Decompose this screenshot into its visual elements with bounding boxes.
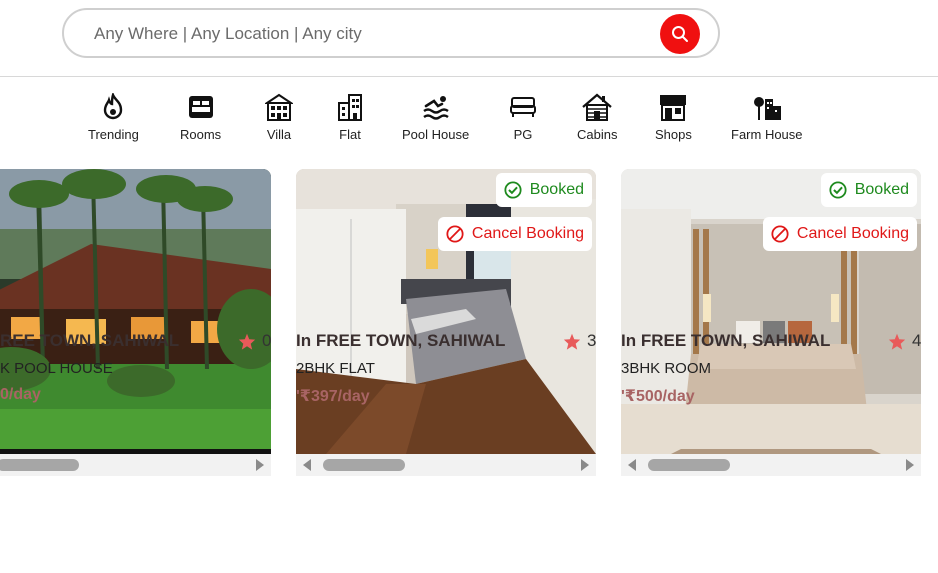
farm-icon	[752, 92, 782, 122]
listing-image[interactable]: Booked Cancel Booking	[621, 169, 921, 454]
star-icon	[563, 333, 581, 350]
listing-location: In FREE TOWN, SAHIWAL	[621, 331, 831, 350]
cancel-booking-label: Cancel Booking	[796, 225, 909, 242]
listing-price: '₹397/day	[296, 388, 370, 405]
category-flat[interactable]: Flat	[335, 92, 365, 142]
category-label: Flat	[339, 127, 361, 142]
cancel-booking-button[interactable]: Cancel Booking	[437, 217, 592, 251]
rating-value: 4	[912, 331, 922, 350]
category-cabins[interactable]: Cabins	[577, 92, 617, 142]
category-pg[interactable]: PG	[508, 92, 538, 142]
category-label: Farm House	[731, 127, 803, 142]
cancel-booking-button[interactable]: Cancel Booking	[762, 217, 917, 251]
scroll-right-icon[interactable]	[256, 459, 264, 471]
ban-icon	[771, 225, 789, 243]
scroll-thumb[interactable]	[0, 459, 79, 471]
scroll-right-icon[interactable]	[906, 459, 914, 471]
cancel-booking-label: Cancel Booking	[471, 225, 584, 242]
category-pool-house[interactable]: Pool House	[402, 92, 469, 142]
scroll-thumb[interactable]	[648, 459, 730, 471]
image-scrollbar[interactable]	[296, 454, 596, 476]
check-circle-icon	[504, 181, 522, 199]
category-label: Pool House	[402, 127, 470, 142]
listing-type: 2BHK FLAT	[296, 360, 375, 377]
booked-label: Booked	[854, 181, 909, 198]
rating-value: 3	[587, 331, 597, 350]
category-label: PG	[513, 127, 533, 142]
bed-icon	[508, 92, 538, 122]
listing-type: K POOL HOUSE	[0, 360, 113, 377]
booked-badge[interactable]: Booked	[820, 173, 917, 207]
check-circle-icon	[829, 181, 847, 199]
listing-price: '₹500/day	[621, 388, 695, 405]
star-icon	[238, 333, 256, 350]
search-button[interactable]	[660, 14, 700, 54]
booked-label: Booked	[529, 181, 584, 198]
listing-location: REE TOWN, SAHIWAL	[0, 331, 180, 350]
swimmer-icon	[421, 92, 451, 122]
scroll-left-icon[interactable]	[628, 459, 636, 471]
category-farm-house[interactable]: Farm House	[731, 92, 803, 142]
listing-image[interactable]: Booked Cancel Booking	[296, 169, 596, 454]
listing-rating: 3	[563, 331, 596, 351]
listing-card[interactable]	[0, 169, 271, 476]
listing-image[interactable]	[0, 169, 271, 454]
category-label: Shops	[655, 127, 692, 142]
rating-value: 0	[262, 331, 272, 350]
listing-type: 3BHK ROOM	[621, 360, 712, 377]
booked-badge[interactable]: Booked	[495, 173, 592, 207]
scroll-left-icon[interactable]	[303, 459, 311, 471]
ban-icon	[446, 225, 464, 243]
scroll-thumb[interactable]	[323, 459, 405, 471]
listing-rating: 0	[238, 331, 271, 351]
category-label: Cabins	[577, 127, 618, 142]
category-shops[interactable]: Shops	[655, 92, 692, 142]
cabin-icon	[582, 92, 612, 122]
image-scrollbar[interactable]	[0, 454, 271, 476]
shop-icon	[658, 92, 688, 122]
listing-card-clip	[0, 0, 271, 573]
search-icon	[672, 26, 688, 42]
listing-location: In FREE TOWN, SAHIWAL	[296, 331, 506, 350]
listing-rating: 4	[888, 331, 921, 351]
listing-card[interactable]: Booked Cancel Booking	[621, 169, 921, 476]
star-icon	[888, 333, 906, 350]
apartment-icon	[335, 92, 365, 122]
image-scrollbar[interactable]	[621, 454, 921, 476]
scroll-right-icon[interactable]	[581, 459, 589, 471]
listing-price: 0/day	[0, 386, 41, 403]
listing-card[interactable]: Booked Cancel Booking	[296, 169, 596, 476]
